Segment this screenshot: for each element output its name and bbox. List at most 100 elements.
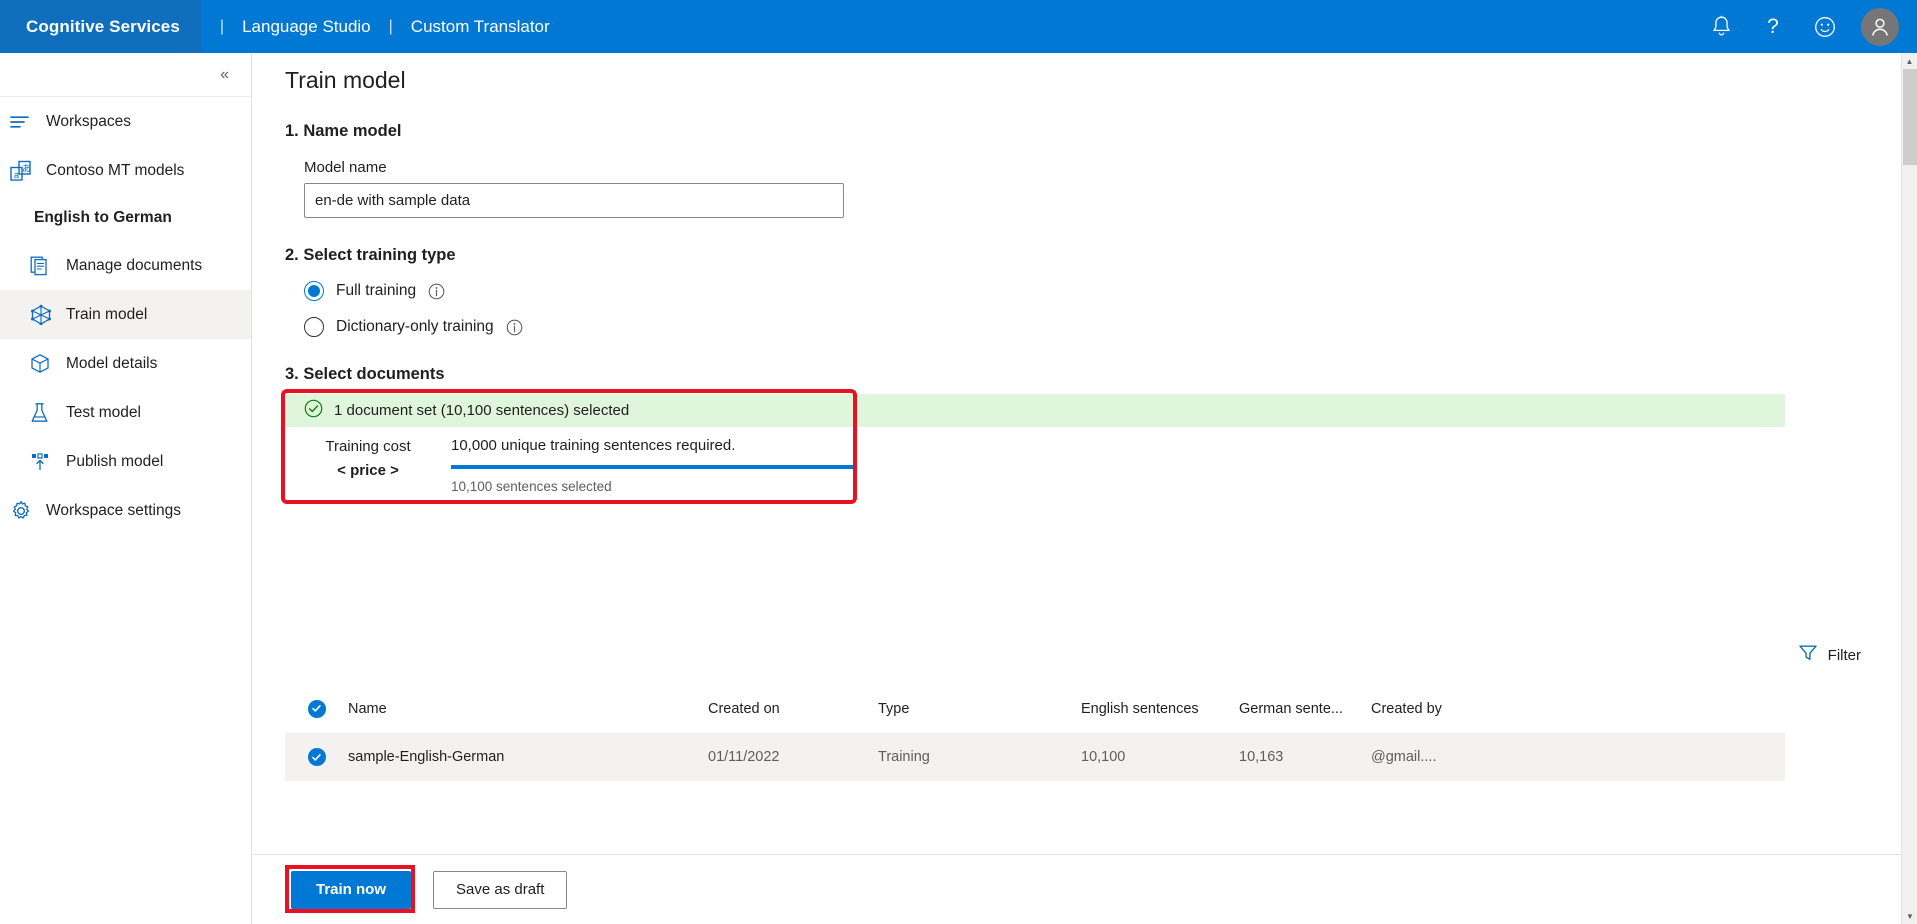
test-flask-icon xyxy=(30,401,60,425)
cell-created-by: @gmail.... xyxy=(1371,749,1437,765)
check-circle-icon xyxy=(304,399,323,423)
cell-created-on: 01/11/2022 xyxy=(708,749,780,765)
sidebar-item-workspace-settings[interactable]: Workspace settings xyxy=(0,486,251,535)
scroll-down-arrow-icon[interactable]: ▼ xyxy=(1902,908,1917,924)
save-as-draft-button[interactable]: Save as draft xyxy=(433,870,568,909)
column-header-created-on[interactable]: Created on xyxy=(708,701,878,717)
svg-text:あ: あ xyxy=(22,163,31,173)
sidebar-item-workspaces[interactable]: Workspaces xyxy=(0,97,251,146)
training-cost-block: Training cost < price > xyxy=(285,427,451,479)
translate-models-icon: a あ xyxy=(10,159,40,183)
step-2-heading: 2. Select training type xyxy=(285,246,456,264)
row-checkbox-icon[interactable] xyxy=(307,748,326,766)
brand-label: Cognitive Services xyxy=(26,16,180,36)
sidebar-item-publish-model[interactable]: Publish model xyxy=(0,437,251,486)
scrollbar-thumb[interactable] xyxy=(1903,69,1917,165)
step-3-heading: 3. Select documents xyxy=(285,365,445,383)
training-cost-value: < price > xyxy=(337,462,399,479)
left-sidebar: « Workspaces a あ Contoso MT models Engli… xyxy=(0,53,252,924)
scroll-up-arrow-icon[interactable]: ▲ xyxy=(1902,53,1917,69)
column-header-type[interactable]: Type xyxy=(878,701,1081,717)
training-cost-label: Training cost xyxy=(325,438,411,455)
sidebar-item-test-model[interactable]: Test model xyxy=(0,388,251,437)
svg-text:a: a xyxy=(14,170,19,180)
cell-english-sentences: 10,100 xyxy=(1081,749,1126,765)
documents-icon xyxy=(30,254,60,278)
sidebar-item-contoso-mt-models[interactable]: a あ Contoso MT models xyxy=(0,146,251,195)
svg-text:?: ? xyxy=(1767,15,1779,38)
sidebar-item-label: Publish model xyxy=(66,452,164,470)
documents-table: Name Created on Type English sentences G… xyxy=(285,685,1785,781)
sidebar-item-model-details[interactable]: Model details xyxy=(0,339,251,388)
collapse-chevron-icon[interactable]: « xyxy=(216,63,233,87)
sidebar-item-label: Train model xyxy=(66,305,148,323)
help-question-icon[interactable]: ? xyxy=(1747,0,1799,53)
model-name-input[interactable] xyxy=(304,183,844,218)
training-cost-panel: Training cost < price > 10,000 unique tr… xyxy=(285,427,853,494)
radio-label: Dictionary-only training xyxy=(336,318,494,335)
topbar-actions: ? xyxy=(1695,0,1917,53)
cell-german-sentences: 10,163 xyxy=(1239,749,1284,765)
sentence-progress-bar xyxy=(451,465,853,469)
radio-selected-dot-icon xyxy=(308,285,320,297)
user-avatar[interactable] xyxy=(1861,7,1899,46)
select-all-checkbox-icon[interactable] xyxy=(307,699,326,718)
top-navigation-bar: Cognitive Services | Language Studio | C… xyxy=(0,0,1917,53)
filter-button[interactable]: Filter xyxy=(1798,643,1861,668)
sidebar-item-label: Workspace settings xyxy=(46,501,181,519)
radio-dictionary-only-control[interactable] xyxy=(304,317,324,337)
topbar-separator-2: | xyxy=(388,17,393,35)
filter-funnel-icon xyxy=(1798,643,1818,668)
column-header-english-sentences[interactable]: English sentences xyxy=(1081,701,1239,717)
info-icon[interactable] xyxy=(506,319,523,336)
filter-label: Filter xyxy=(1827,647,1861,664)
step-1-heading: 1. Name model xyxy=(285,122,402,140)
model-name-label: Model name xyxy=(304,159,387,176)
action-footer: Train now Save as draft xyxy=(253,854,1901,924)
row-select-cell[interactable] xyxy=(285,748,348,766)
publish-upload-icon xyxy=(30,450,60,474)
train-now-button[interactable]: Train now xyxy=(291,870,412,909)
table-header-row: Name Created on Type English sentences G… xyxy=(285,685,1785,733)
gear-icon xyxy=(10,499,40,523)
select-all-cell[interactable] xyxy=(285,699,348,718)
topbar-link-language-studio[interactable]: Language Studio xyxy=(242,17,371,37)
sidebar-collapse-row: « xyxy=(0,53,251,97)
selection-summary-text: 1 document set (10,100 sentences) select… xyxy=(334,402,630,419)
notification-bell-icon[interactable] xyxy=(1695,0,1747,53)
sidebar-item-label: Workspaces xyxy=(46,112,131,130)
sidebar-item-manage-documents[interactable]: Manage documents xyxy=(0,241,251,290)
selection-success-banner: 1 document set (10,100 sentences) select… xyxy=(285,394,1785,427)
cell-type: Training xyxy=(878,749,930,765)
page-title: Train model xyxy=(285,67,406,93)
sidebar-item-label: Contoso MT models xyxy=(46,161,185,179)
sentences-selected-text: 10,100 sentences selected xyxy=(451,479,612,494)
sidebar-item-label: Model details xyxy=(66,354,158,372)
radio-full-training[interactable]: Full training xyxy=(253,281,1901,301)
avatar-person-icon xyxy=(1872,18,1888,36)
topbar-link-custom-translator[interactable]: Custom Translator xyxy=(411,17,550,37)
sentence-requirement-text: 10,000 unique training sentences require… xyxy=(451,437,736,454)
table-row[interactable]: sample-English-German 01/11/2022 Trainin… xyxy=(285,733,1785,781)
sidebar-item-label: Test model xyxy=(66,403,141,421)
workspaces-list-icon xyxy=(10,110,40,134)
vertical-scrollbar[interactable]: ▲ ▼ xyxy=(1901,53,1917,924)
train-model-icon xyxy=(30,303,60,327)
cell-name: sample-English-German xyxy=(348,749,505,765)
main-content: Train model 1. Name model Model name 2. … xyxy=(253,53,1901,924)
feedback-smiley-icon[interactable] xyxy=(1799,0,1851,53)
brand-cognitive-services[interactable]: Cognitive Services xyxy=(0,0,202,53)
model-details-box-icon xyxy=(30,352,60,376)
column-header-created-by[interactable]: Created by xyxy=(1371,701,1531,717)
radio-label: Full training xyxy=(336,282,417,299)
column-header-german-sentences[interactable]: German sente... xyxy=(1239,701,1371,717)
column-header-name[interactable]: Name xyxy=(348,701,708,717)
sidebar-item-label: Manage documents xyxy=(66,256,203,274)
info-icon[interactable] xyxy=(428,283,445,300)
sentence-requirement-block: 10,000 unique training sentences require… xyxy=(451,427,853,494)
sidebar-item-train-model[interactable]: Train model xyxy=(0,290,251,339)
topbar-separator-1: | xyxy=(219,17,225,35)
radio-dictionary-only-training[interactable]: Dictionary-only training xyxy=(253,317,1901,337)
radio-full-training-control[interactable] xyxy=(304,281,324,301)
sidebar-project-heading: English to German xyxy=(34,209,172,226)
